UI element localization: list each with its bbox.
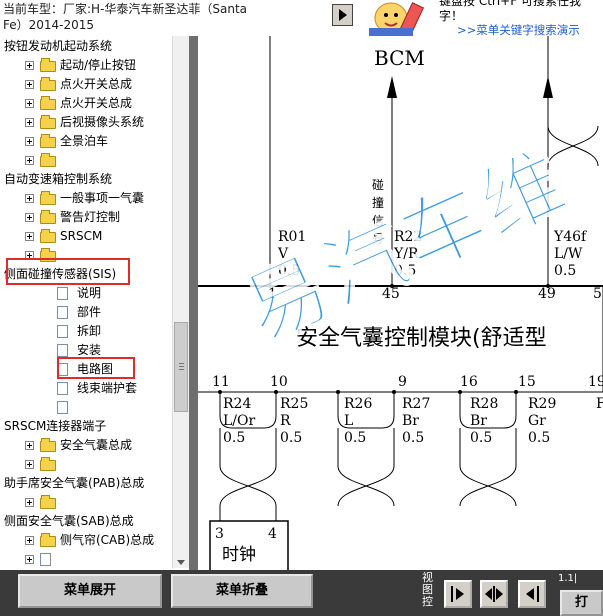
vehicle-label-line2: Fe）2014-2015 [3, 18, 95, 32]
tree-item-label: SRSCM连接器端子 [4, 419, 107, 433]
play-icon [339, 9, 347, 21]
vehicle-header: 当前车型：厂家:H-华泰汽车新圣达菲（Santa Fe）2014-2015 [0, 0, 330, 36]
wire-label: F [596, 396, 603, 412]
tree-item-label: 线束端护套 [77, 381, 138, 395]
pane-splitter[interactable] [189, 36, 198, 570]
tree-item-label: 点火开关总成 [60, 77, 133, 91]
fit-width-icon [485, 586, 503, 602]
folder-icon [40, 115, 56, 129]
expand-icon[interactable] [25, 118, 34, 127]
document-icon [57, 382, 68, 395]
expand-icon[interactable] [25, 194, 34, 203]
collapse-menu-button[interactable]: 菜单折叠 [171, 574, 313, 608]
folder-icon [40, 191, 56, 205]
mascot-icon [369, 2, 425, 38]
folder-icon [40, 58, 56, 72]
expand-icon[interactable] [25, 460, 34, 469]
expand-icon[interactable] [25, 555, 34, 564]
pin-label: 16 [460, 374, 478, 390]
dimension-label: 1.1| [558, 573, 578, 584]
play-forward-button[interactable] [332, 4, 353, 26]
wire-label: R28 Br 0.5 [470, 396, 499, 446]
document-icon [57, 287, 68, 300]
expand-icon[interactable] [25, 213, 34, 222]
tree-item-label: 侧气帘(CAB)总成 [60, 533, 155, 547]
tree-item-label: 起动/停止按钮 [60, 58, 137, 72]
tree-item-label: 后视摄像头系统 [60, 115, 145, 129]
hint-text: 键盘按 Ctrl+F 可搜索任我 字！ [439, 0, 581, 23]
tree-item-label: 安全气囊总成 [60, 438, 133, 452]
folder-icon [40, 229, 56, 243]
clock-spring-label: 时钟 [222, 545, 256, 565]
pin-label: 15 [518, 374, 536, 390]
pin-label: 9 [398, 374, 407, 390]
bottom-toolbar: 菜单展开 菜单折叠 视图控 1.1| 打 [0, 570, 603, 616]
pin-label: 49 [538, 286, 556, 302]
tree-item-label: 侧面安全气囊(SAB)总成 [4, 514, 134, 528]
bcm-label: BCM [374, 46, 425, 70]
expand-icon[interactable] [25, 61, 34, 70]
wire-label: R24 L/Or 0.5 [223, 396, 256, 446]
wire-label: R29 Gr 0.5 [528, 396, 557, 446]
expand-icon[interactable] [25, 498, 34, 507]
expand-icon[interactable] [25, 80, 34, 89]
pin-label: 19 [588, 374, 603, 390]
tree-item-label: SRSCM [60, 229, 103, 243]
folder-icon [40, 96, 56, 110]
document-icon [57, 325, 68, 338]
expand-icon[interactable] [25, 137, 34, 146]
tree-item-label: 自动变速箱控制系统 [4, 172, 113, 186]
scroll-down-icon[interactable] [177, 560, 185, 565]
folder-icon [40, 134, 56, 148]
view-control-label: 视图控 [422, 571, 433, 608]
menu-tree: 按钮发动机起动系统起动/停止按钮 点火开关总成 点火开关总成 后视摄像头系统 全景泊车自… [0, 36, 190, 570]
wire-label: R26 L 0.5 [344, 396, 373, 446]
vehicle-label-line1: 当前车型：厂家:H-华泰汽车新圣达菲（Santa [3, 2, 248, 16]
expand-menu-button[interactable]: 菜单展开 [18, 574, 162, 608]
wire-label: Y46f L/W 0.5 [554, 229, 587, 279]
document-icon [40, 553, 51, 566]
tree-item-label: 说明 [77, 286, 102, 300]
view-fit-button[interactable] [480, 580, 508, 608]
expand-icon[interactable] [25, 536, 34, 545]
expand-icon[interactable] [25, 99, 34, 108]
expand-icon[interactable] [25, 232, 34, 241]
pin-label: 10 [270, 374, 288, 390]
scrollbar-thumb[interactable] [174, 322, 188, 412]
wire-label: R27 Br 0.5 [402, 396, 431, 446]
folder-icon [40, 533, 56, 547]
pin-label: 11 [212, 374, 230, 390]
clock-pin-4: 4 [268, 526, 277, 542]
play-icon [451, 586, 464, 602]
tree-item-label: 按钮发动机起动系统 [4, 39, 113, 53]
document-icon [57, 401, 68, 414]
tree-item-label: 一般事项一气囊 [60, 191, 145, 205]
folder-icon [40, 210, 56, 224]
folder-icon [40, 457, 56, 471]
pin-5-label: 5 [593, 286, 602, 302]
wire-label: R25 R 0.5 [280, 396, 309, 446]
print-button[interactable]: 打 [560, 590, 603, 616]
view-prev-button[interactable] [518, 580, 546, 608]
tree-item-label: 警告灯控制 [60, 210, 121, 224]
folder-icon [40, 438, 56, 452]
folder-icon [40, 77, 56, 91]
folder-icon [40, 495, 56, 509]
tree-item-label: 点火开关总成 [60, 96, 133, 110]
tree-item-label: 部件 [77, 305, 102, 319]
document-icon [57, 344, 68, 357]
tree-item-label: 拆卸 [77, 324, 102, 338]
highlight-box-circuit [57, 357, 135, 379]
highlight-box-sis [6, 258, 130, 285]
view-next-button[interactable] [444, 580, 472, 608]
folder-icon [40, 153, 56, 167]
expand-icon[interactable] [25, 441, 34, 450]
tree-item-label: 全景泊车 [60, 134, 109, 148]
tree-item-label: 助手席安全气囊(PAB)总成 [4, 476, 145, 490]
tree-scrollbar[interactable] [172, 36, 190, 568]
document-icon [57, 306, 68, 319]
expand-icon[interactable] [25, 156, 34, 165]
back-icon [526, 586, 539, 602]
